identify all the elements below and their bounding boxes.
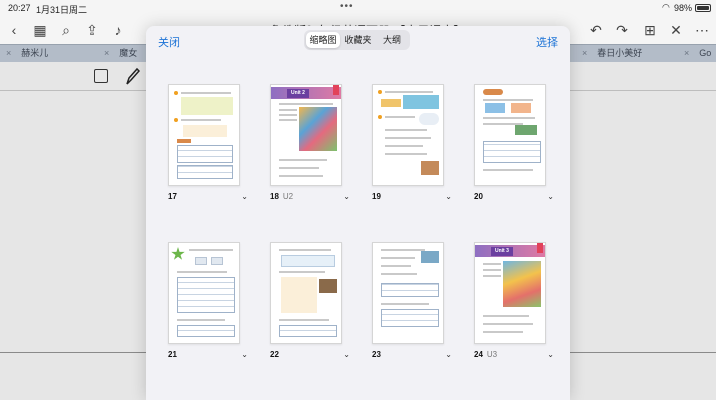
pen-tool-icon[interactable] — [124, 66, 140, 86]
status-bar: 20:27 1月31日周二 ••• ◠ 98% — [0, 0, 716, 16]
view-segmented-control: 缩略图 收藏夹 大纲 — [304, 30, 410, 50]
page-caption: 18 U2 ⌄ — [270, 192, 350, 204]
chevron-down-icon[interactable]: ⌄ — [547, 192, 554, 201]
chevron-down-icon[interactable]: ⌄ — [343, 350, 350, 359]
page-preview: Unit 3 — [474, 242, 546, 344]
redo-icon[interactable]: ↷ — [614, 22, 630, 38]
search-icon[interactable]: ⌕ — [58, 22, 74, 38]
tab-item[interactable]: × 春日小美好 — [582, 45, 642, 63]
segment-thumbnails[interactable]: 缩略图 — [306, 32, 340, 48]
multitasking-dots-icon[interactable]: ••• — [340, 1, 354, 12]
modal-header: 关闭 缩略图 收藏夹 大纲 选择 — [146, 26, 570, 56]
unit-label: U2 — [282, 192, 294, 201]
thumbnail-grid: 17 ⌄ Unit 2 18 U2 ⌄ 19 ⌄ 20 ⌄ 21 ⌄ 22 ⌄ … — [146, 56, 570, 400]
undo-icon[interactable]: ↶ — [588, 22, 604, 38]
page-caption: 24 U3 ⌄ — [474, 350, 554, 362]
microphone-icon[interactable]: ♪ — [110, 22, 126, 38]
grid-view-icon[interactable]: ▦ — [32, 22, 48, 38]
tab-close-icon[interactable]: × — [684, 48, 689, 58]
chevron-down-icon[interactable]: ⌄ — [241, 350, 248, 359]
share-icon[interactable]: ⇪ — [84, 22, 100, 38]
select-button[interactable]: 选择 — [536, 34, 558, 50]
segment-outline[interactable]: 大纲 — [376, 32, 408, 48]
page-preview — [372, 242, 444, 344]
page-number: 22 — [270, 350, 279, 359]
unit-badge: Unit 2 — [287, 89, 309, 98]
tab-item[interactable]: × 赫米儿 — [6, 45, 48, 63]
close-icon[interactable]: ✕ — [668, 22, 684, 38]
page-number: 18 — [270, 192, 279, 201]
tab-close-icon[interactable]: × — [582, 48, 587, 58]
chevron-down-icon[interactable]: ⌄ — [547, 350, 554, 359]
unit-label: U3 — [486, 350, 498, 359]
wifi-icon: ◠ — [662, 2, 670, 12]
page-caption: 23 ⌄ — [372, 350, 452, 362]
page-number: 21 — [168, 350, 177, 359]
segment-favorites[interactable]: 收藏夹 — [341, 32, 375, 48]
battery-icon — [695, 4, 711, 12]
page-preview — [270, 242, 342, 344]
page-preview: Unit 2 — [270, 84, 342, 186]
lasso-tool-icon[interactable] — [94, 69, 108, 83]
add-page-icon[interactable]: ⊞ — [642, 22, 658, 38]
back-chevron-icon[interactable]: ‹ — [6, 22, 22, 38]
more-icon[interactable]: ⋯ — [694, 22, 710, 38]
chevron-down-icon[interactable]: ⌄ — [445, 350, 452, 359]
page-caption: 19 ⌄ — [372, 192, 452, 204]
page-number: 20 — [474, 192, 483, 201]
tab-close-icon[interactable]: × — [104, 48, 109, 58]
tab-item[interactable]: × 魔女 — [104, 45, 137, 63]
status-time: 20:27 — [8, 3, 31, 13]
page-caption: 22 ⌄ — [270, 350, 350, 362]
close-button[interactable]: 关闭 — [158, 34, 180, 50]
page-caption: 21 ⌄ — [168, 350, 248, 362]
chevron-down-icon[interactable]: ⌄ — [241, 192, 248, 201]
page-number: 17 — [168, 192, 177, 201]
tab-item[interactable]: × Go — [684, 45, 711, 63]
page-preview — [168, 242, 240, 344]
page-preview — [474, 84, 546, 186]
page-preview — [168, 84, 240, 186]
status-date: 1月31日周二 — [36, 5, 88, 15]
tab-close-icon[interactable]: × — [6, 48, 11, 58]
page-caption: 17 ⌄ — [168, 192, 248, 204]
page-navigator-modal: 关闭 缩略图 收藏夹 大纲 选择 17 ⌄ Unit 2 18 U2 ⌄ 19 … — [146, 26, 570, 400]
page-number: 19 — [372, 192, 381, 201]
unit-badge: Unit 3 — [491, 247, 513, 256]
page-caption: 20 ⌄ — [474, 192, 554, 204]
battery-percent: 98% — [674, 3, 693, 13]
chevron-down-icon[interactable]: ⌄ — [445, 192, 452, 201]
page-preview — [372, 84, 444, 186]
page-number: 24 — [474, 350, 483, 359]
chevron-down-icon[interactable]: ⌄ — [343, 192, 350, 201]
page-number: 23 — [372, 350, 381, 359]
